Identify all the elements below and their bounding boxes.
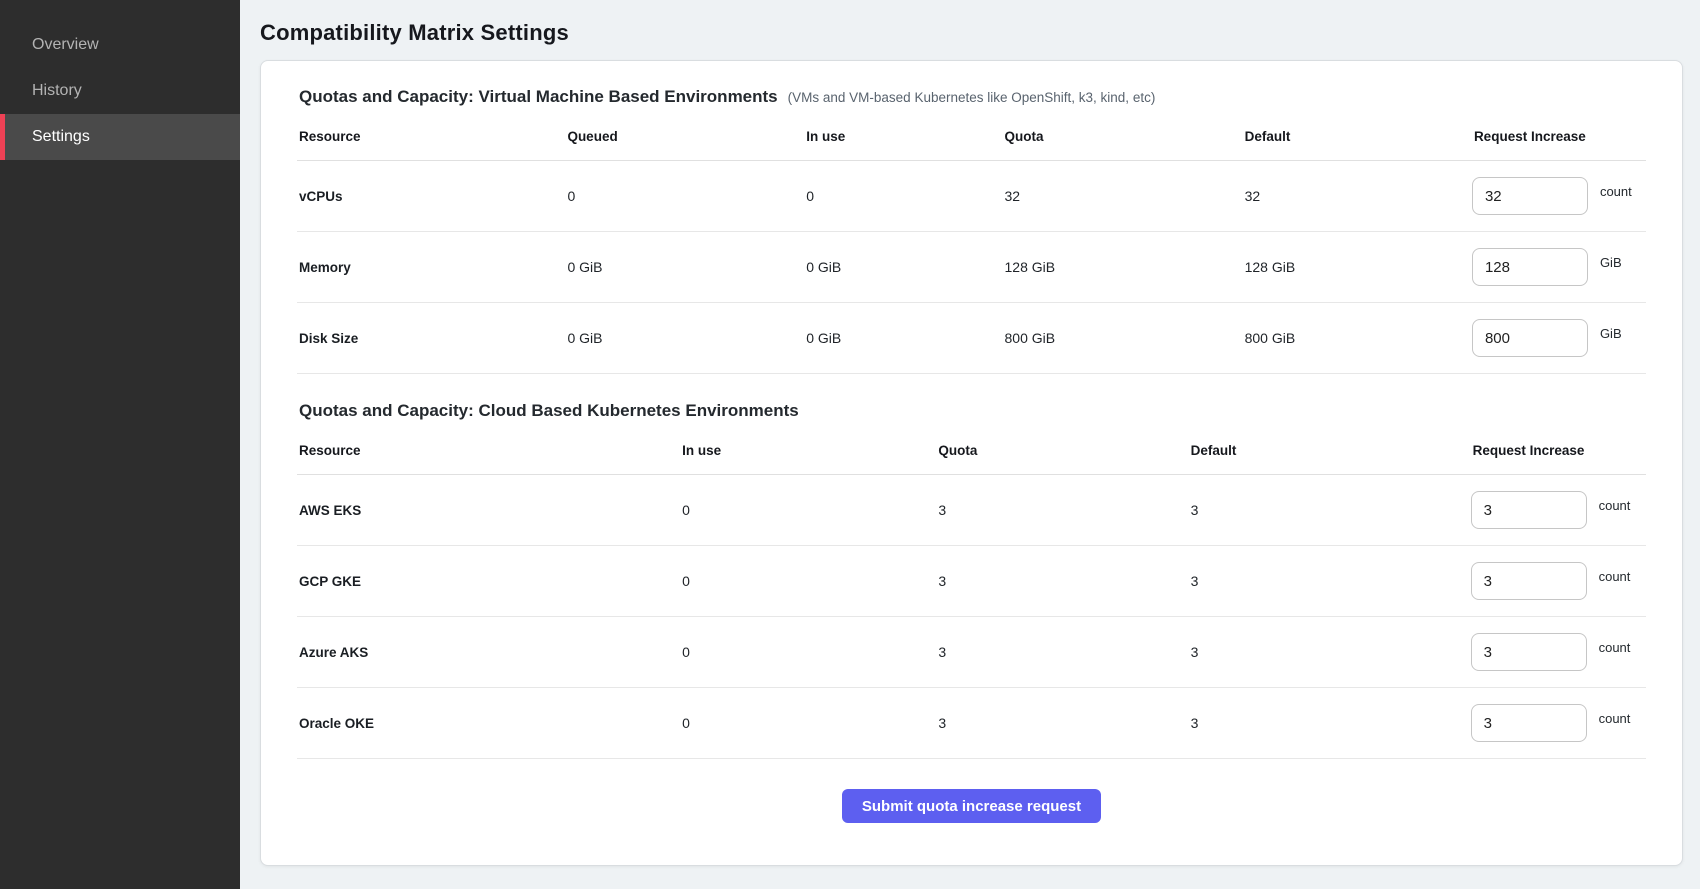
column-header-in-use: In use: [804, 129, 1002, 144]
resource-name: Memory: [297, 260, 565, 275]
column-header-in-use: In use: [680, 443, 936, 458]
default-value: 3: [1189, 502, 1471, 518]
quota-value: 3: [936, 502, 1188, 518]
in-use-value: 0: [804, 188, 1002, 204]
in-use-value: 0: [680, 502, 936, 518]
queued-value: 0 GiB: [565, 330, 804, 346]
column-header-resource: Resource: [297, 443, 680, 458]
table-row-disk-size: Disk Size 0 GiB 0 GiB 800 GiB 800 GiB Gi…: [297, 303, 1646, 374]
quota-value: 800 GiB: [1003, 330, 1243, 346]
in-use-value: 0 GiB: [804, 330, 1002, 346]
sidebar-item-overview[interactable]: Overview: [0, 22, 240, 68]
unit-label: count: [1600, 184, 1632, 199]
request-increase-input-gcp-gke[interactable]: [1471, 562, 1587, 600]
resource-name: Oracle OKE: [297, 716, 680, 731]
request-increase-cell: count: [1471, 562, 1646, 600]
cloud-section-title: Quotas and Capacity: Cloud Based Kuberne…: [299, 401, 799, 421]
default-value: 800 GiB: [1243, 330, 1472, 346]
sidebar-item-label: Overview: [32, 36, 99, 54]
quota-value: 3: [936, 644, 1188, 660]
table-row-azure-aks: Azure AKS 0 3 3 count: [297, 617, 1646, 688]
request-increase-cell: GiB: [1472, 248, 1646, 286]
unit-label: GiB: [1600, 255, 1622, 270]
resource-name: vCPUs: [297, 189, 565, 204]
in-use-value: 0 GiB: [804, 259, 1002, 275]
request-increase-cell: count: [1472, 177, 1646, 215]
column-header-queued: Queued: [565, 129, 804, 144]
request-increase-input-aws-eks[interactable]: [1471, 491, 1587, 529]
column-header-request-increase: Request Increase: [1472, 129, 1646, 144]
vm-table-header: Resource Queued In use Quota Default Req…: [297, 113, 1646, 161]
unit-label: count: [1599, 498, 1631, 513]
sidebar: Overview History Settings: [0, 0, 240, 889]
main-content: Compatibility Matrix Settings Quotas and…: [240, 0, 1700, 889]
app-window: Overview History Settings Compatibility …: [0, 0, 1700, 889]
request-increase-cell: count: [1471, 491, 1646, 529]
vm-quota-table: Resource Queued In use Quota Default Req…: [297, 113, 1646, 374]
unit-label: GiB: [1600, 326, 1622, 341]
sidebar-item-label: Settings: [32, 128, 90, 146]
resource-name: AWS EKS: [297, 503, 680, 518]
sidebar-item-label: History: [32, 82, 82, 100]
quota-value: 32: [1003, 188, 1243, 204]
table-row-memory: Memory 0 GiB 0 GiB 128 GiB 128 GiB GiB: [297, 232, 1646, 303]
quota-value: 3: [936, 573, 1188, 589]
cloud-table-header: Resource In use Quota Default Request In…: [297, 427, 1646, 475]
default-value: 3: [1189, 573, 1471, 589]
column-header-request-increase: Request Increase: [1471, 443, 1646, 458]
vm-section-note: (VMs and VM-based Kubernetes like OpenSh…: [788, 90, 1156, 105]
unit-label: count: [1599, 711, 1631, 726]
cloud-section-heading: Quotas and Capacity: Cloud Based Kuberne…: [299, 401, 1646, 421]
request-increase-input-oracle-oke[interactable]: [1471, 704, 1587, 742]
cloud-quota-table: Resource In use Quota Default Request In…: [297, 427, 1646, 759]
unit-label: count: [1599, 640, 1631, 655]
resource-name: Disk Size: [297, 331, 565, 346]
page-title: Compatibility Matrix Settings: [260, 20, 1683, 46]
request-increase-cell: count: [1471, 704, 1646, 742]
queued-value: 0 GiB: [565, 259, 804, 275]
request-increase-input-disk-size[interactable]: [1472, 319, 1588, 357]
queued-value: 0: [565, 188, 804, 204]
vm-section-heading: Quotas and Capacity: Virtual Machine Bas…: [299, 87, 1646, 107]
table-row-oracle-oke: Oracle OKE 0 3 3 count: [297, 688, 1646, 759]
table-row-vcpus: vCPUs 0 0 32 32 count: [297, 161, 1646, 232]
request-increase-cell: GiB: [1472, 319, 1646, 357]
vm-section-title: Quotas and Capacity: Virtual Machine Bas…: [299, 87, 778, 107]
sidebar-item-settings[interactable]: Settings: [0, 114, 240, 160]
in-use-value: 0: [680, 644, 936, 660]
default-value: 3: [1189, 644, 1471, 660]
card-footer: Submit quota increase request: [297, 759, 1646, 831]
request-increase-input-vcpus[interactable]: [1472, 177, 1588, 215]
column-header-resource: Resource: [297, 129, 565, 144]
column-header-quota: Quota: [1003, 129, 1243, 144]
default-value: 128 GiB: [1243, 259, 1472, 275]
in-use-value: 0: [680, 573, 936, 589]
table-row-aws-eks: AWS EKS 0 3 3 count: [297, 475, 1646, 546]
quota-value: 128 GiB: [1003, 259, 1243, 275]
column-header-default: Default: [1243, 129, 1472, 144]
request-increase-cell: count: [1471, 633, 1646, 671]
resource-name: Azure AKS: [297, 645, 680, 660]
submit-quota-increase-button[interactable]: Submit quota increase request: [842, 789, 1101, 823]
unit-label: count: [1599, 569, 1631, 584]
table-row-gcp-gke: GCP GKE 0 3 3 count: [297, 546, 1646, 617]
default-value: 3: [1189, 715, 1471, 731]
in-use-value: 0: [680, 715, 936, 731]
default-value: 32: [1243, 188, 1472, 204]
request-increase-input-memory[interactable]: [1472, 248, 1588, 286]
request-increase-input-azure-aks[interactable]: [1471, 633, 1587, 671]
column-header-quota: Quota: [936, 443, 1188, 458]
active-indicator: [0, 114, 5, 160]
sidebar-item-history[interactable]: History: [0, 68, 240, 114]
resource-name: GCP GKE: [297, 574, 680, 589]
quota-value: 3: [936, 715, 1188, 731]
quota-settings-card: Quotas and Capacity: Virtual Machine Bas…: [260, 60, 1683, 866]
column-header-default: Default: [1189, 443, 1471, 458]
